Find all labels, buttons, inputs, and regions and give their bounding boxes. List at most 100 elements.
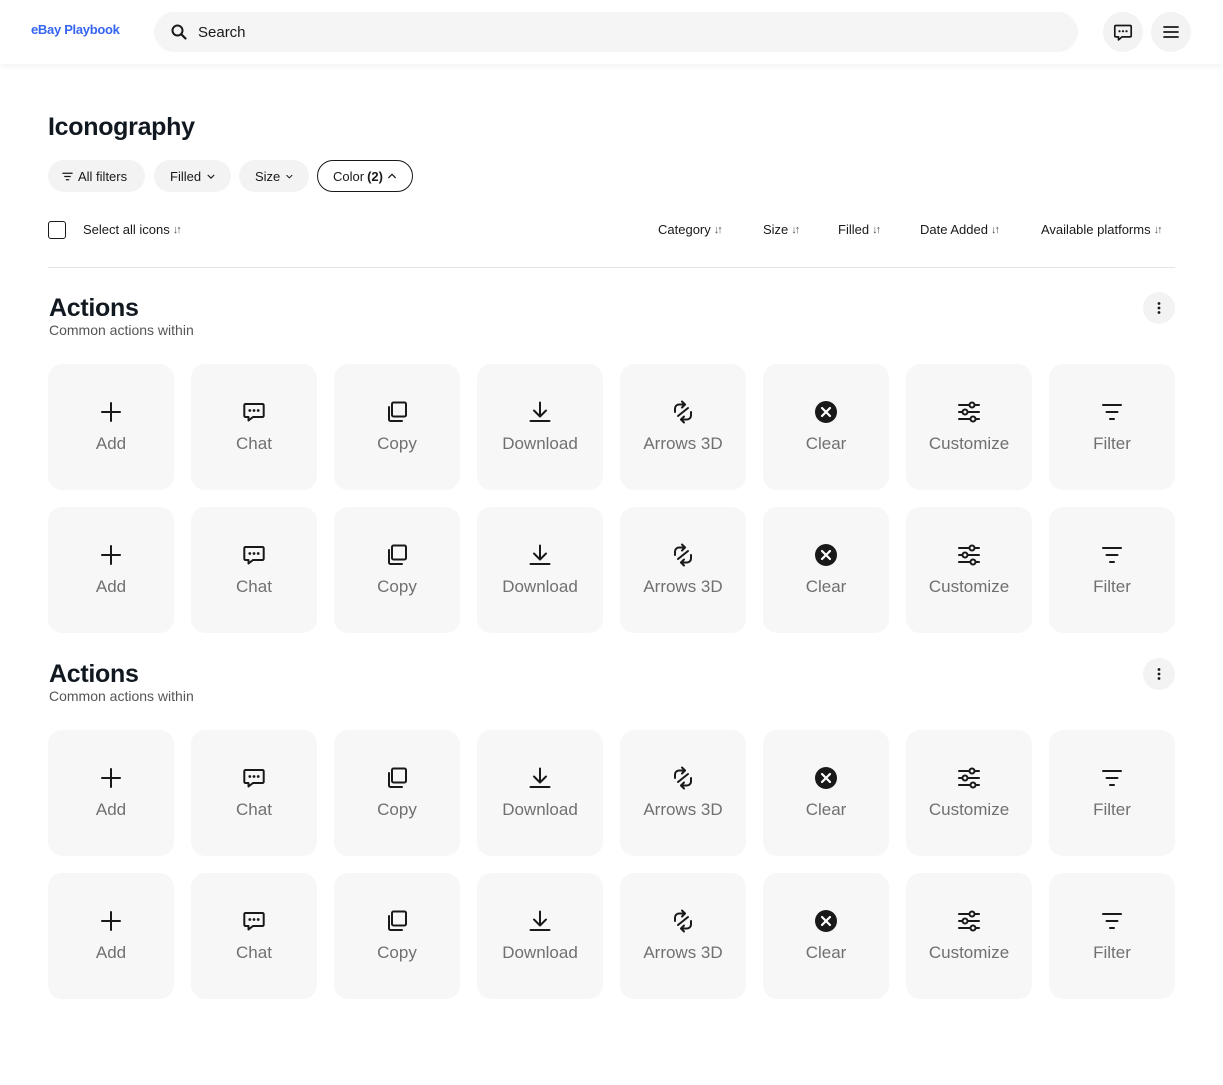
icon-tile-label: Download bbox=[502, 800, 578, 819]
sort-category[interactable]: Category ↓↑ bbox=[658, 222, 723, 237]
icon-tile-download[interactable]: Download bbox=[477, 364, 603, 490]
sort-label-text: Date Added bbox=[920, 222, 988, 237]
icon-tile-arrows-3d[interactable]: Arrows 3D bbox=[620, 507, 746, 633]
icon-tile-copy[interactable]: Copy bbox=[334, 730, 460, 856]
ebay-playbook-logo[interactable]: eBay Playbook bbox=[31, 22, 120, 37]
icon-tile-chat[interactable]: Chat bbox=[191, 873, 317, 999]
icon-tile-chat[interactable]: Chat bbox=[191, 364, 317, 490]
icon-tile-label: Download bbox=[502, 577, 578, 596]
icon-tile-add[interactable]: Add bbox=[48, 730, 174, 856]
icon-tile-customize[interactable]: Customize bbox=[906, 364, 1032, 490]
color-chip[interactable]: Color (2) bbox=[317, 160, 413, 192]
icon-tile-label: Chat bbox=[236, 434, 272, 453]
more-vertical-icon bbox=[1157, 668, 1161, 680]
icon-tile-add[interactable]: Add bbox=[48, 507, 174, 633]
section-more-button[interactable] bbox=[1143, 292, 1175, 324]
icon-tile-label: Add bbox=[95, 800, 127, 819]
icon-tile-label: Chat bbox=[236, 800, 272, 819]
icon-tile-label: Clear bbox=[805, 800, 847, 819]
copy-icon bbox=[388, 401, 407, 422]
clear-icon bbox=[815, 544, 837, 566]
icon-tile-arrows-3d[interactable]: Arrows 3D bbox=[620, 873, 746, 999]
icon-tile-label: Filter bbox=[1093, 800, 1131, 819]
sort-arrows-icon: ↓↑ bbox=[791, 223, 800, 236]
icon-tile-filter[interactable]: Filter bbox=[1049, 873, 1175, 999]
icon-tile-label: Add bbox=[95, 943, 127, 962]
sort-date-added[interactable]: Date Added ↓↑ bbox=[920, 222, 1000, 237]
select-all-sort[interactable]: Select all icons ↓↑ bbox=[83, 222, 182, 237]
icon-tile-arrows-3d[interactable]: Arrows 3D bbox=[620, 364, 746, 490]
icon-tile-filter[interactable]: Filter bbox=[1049, 507, 1175, 633]
search-icon bbox=[171, 24, 187, 40]
download-icon bbox=[529, 767, 551, 788]
icon-tile-add[interactable]: Add bbox=[48, 364, 174, 490]
section-subtitle: Common actions within bbox=[49, 688, 194, 704]
chip-label: Color bbox=[333, 168, 365, 184]
divider bbox=[48, 267, 1175, 268]
sort-filled[interactable]: Filled ↓↑ bbox=[838, 222, 881, 237]
sort-available-platforms[interactable]: Available platforms ↓↑ bbox=[1041, 222, 1163, 237]
icon-tile-label: Customize bbox=[928, 577, 1010, 596]
filter-icon bbox=[1102, 547, 1122, 563]
icon-tile-clear[interactable]: Clear bbox=[763, 507, 889, 633]
search-bar[interactable] bbox=[154, 12, 1078, 52]
section-title: Actions bbox=[49, 294, 139, 322]
sort-label-text: Available platforms bbox=[1041, 222, 1151, 237]
icon-tile-filter[interactable]: Filter bbox=[1049, 364, 1175, 490]
icon-tile-label: Download bbox=[502, 434, 578, 453]
menu-button[interactable] bbox=[1151, 12, 1191, 52]
icon-tile-chat[interactable]: Chat bbox=[191, 507, 317, 633]
select-all-checkbox[interactable] bbox=[48, 221, 66, 239]
icon-tile-label: Add bbox=[95, 577, 127, 596]
icon-tile-download[interactable]: Download bbox=[477, 873, 603, 999]
search-input[interactable] bbox=[198, 12, 1058, 52]
icon-tile-copy[interactable]: Copy bbox=[334, 873, 460, 999]
filter-icon bbox=[1102, 913, 1122, 929]
sort-arrows-icon: ↓↑ bbox=[713, 223, 723, 236]
icon-tile-customize[interactable]: Customize bbox=[906, 730, 1032, 856]
icon-tile-download[interactable]: Download bbox=[477, 730, 603, 856]
icon-tile-clear[interactable]: Clear bbox=[763, 364, 889, 490]
icon-tile-customize[interactable]: Customize bbox=[906, 507, 1032, 633]
section-more-button[interactable] bbox=[1143, 658, 1175, 690]
download-icon bbox=[529, 401, 551, 422]
icon-tile-copy[interactable]: Copy bbox=[334, 507, 460, 633]
arrows-3d-icon bbox=[674, 909, 692, 933]
sort-size[interactable]: Size ↓↑ bbox=[763, 222, 800, 237]
chat-icon bbox=[243, 546, 265, 565]
icon-tile-clear[interactable]: Clear bbox=[763, 730, 889, 856]
add-icon bbox=[101, 402, 121, 422]
icon-tile-add[interactable]: Add bbox=[48, 873, 174, 999]
hamburger-menu-icon bbox=[1163, 26, 1179, 38]
all-filters-chip[interactable]: All filters bbox=[48, 160, 145, 192]
icon-tile-filter[interactable]: Filter bbox=[1049, 730, 1175, 856]
icon-tile-download[interactable]: Download bbox=[477, 507, 603, 633]
chat-button[interactable] bbox=[1103, 12, 1143, 52]
icon-tile-chat[interactable]: Chat bbox=[191, 730, 317, 856]
icon-tile-customize[interactable]: Customize bbox=[906, 873, 1032, 999]
icon-tile-label: Chat bbox=[236, 943, 272, 962]
filled-chip[interactable]: Filled bbox=[154, 160, 231, 192]
copy-icon bbox=[388, 910, 407, 931]
download-icon bbox=[529, 544, 551, 565]
icon-tile-arrows-3d[interactable]: Arrows 3D bbox=[620, 730, 746, 856]
section-title: Actions bbox=[49, 660, 139, 688]
size-chip[interactable]: Size bbox=[239, 160, 309, 192]
icon-tile-label: Copy bbox=[377, 434, 417, 453]
add-icon bbox=[101, 911, 121, 931]
icon-tile-copy[interactable]: Copy bbox=[334, 364, 460, 490]
icon-tile-label: Customize bbox=[928, 434, 1010, 453]
arrows-3d-icon bbox=[674, 400, 692, 424]
copy-icon bbox=[388, 544, 407, 565]
icon-tile-label: Chat bbox=[236, 577, 272, 596]
icon-tile-clear[interactable]: Clear bbox=[763, 873, 889, 999]
clear-icon bbox=[815, 767, 837, 789]
chip-label: Filled bbox=[170, 168, 202, 184]
icon-tile-label: Arrows 3D bbox=[643, 800, 723, 819]
select-all-label: Select all icons bbox=[83, 222, 170, 237]
filter-icon bbox=[62, 172, 73, 180]
copy-icon bbox=[388, 767, 407, 788]
filter-icon bbox=[1102, 770, 1122, 786]
icon-tile-label: Arrows 3D bbox=[643, 943, 723, 962]
chevron-down-icon bbox=[286, 174, 293, 178]
